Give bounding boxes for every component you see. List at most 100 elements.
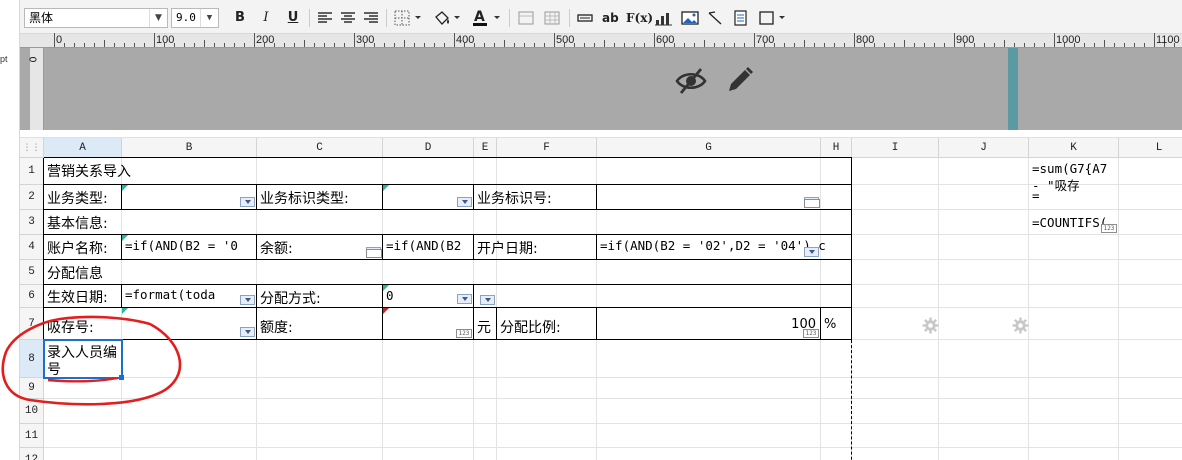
column-header-l[interactable]: L [1119,138,1182,158]
ruler-major-tick [954,33,955,47]
table-grid-icon[interactable] [544,7,560,29]
column-header-c[interactable]: C [257,138,383,158]
chart-icon[interactable] [655,7,673,29]
edit-pencil-icon[interactable] [724,64,756,96]
align-center-icon[interactable] [340,7,356,29]
row-header-6[interactable]: 6 [20,285,44,308]
slash-line-icon[interactable] [707,7,723,29]
gear-icon[interactable] [1012,317,1029,334]
merge-cells-icon[interactable] [518,7,534,29]
italic-button[interactable]: I [258,7,274,29]
border-style-icon[interactable] [758,7,788,29]
column-header-h[interactable]: H [821,138,852,158]
cell-c7[interactable]: 额度: [260,317,380,337]
formula-button[interactable]: F(x) [626,7,653,29]
dropdown-button[interactable] [457,294,472,304]
bold-button[interactable]: B [232,7,248,29]
cell-c4[interactable]: 余额: [260,238,380,258]
row-header-2[interactable]: 2 [20,185,44,210]
cell-b4[interactable]: =if(AND(B2 = '0 [125,238,255,253]
dropdown-button[interactable] [240,295,255,305]
cell-a5[interactable]: 分配信息 [47,263,167,283]
row-header-4[interactable]: 4 [20,235,44,260]
ruler-minor-tick [94,43,95,47]
border-grid-icon[interactable] [394,7,424,29]
chevron-down-icon[interactable]: ▼ [149,9,167,27]
fill-color-icon[interactable] [433,7,463,29]
row-header-1[interactable]: 1 [20,158,44,185]
cell-g7[interactable]: 100 [600,317,816,332]
gear-icon[interactable] [922,317,939,334]
empty-box-icon [366,249,382,258]
cell-flag-icon [122,185,128,191]
ruler-minor-tick [1064,43,1065,47]
ruler-major-tick [154,33,155,47]
column-header-d[interactable]: D [383,138,474,158]
cell-k1-line1[interactable]: =sum(G7{A7 [1032,161,1118,176]
cell-e4[interactable]: 开户日期: [477,238,597,258]
row-header-12[interactable]: 12 [20,448,44,460]
ruler-minor-tick [184,43,185,47]
ruler-minor-tick [624,43,625,47]
underline-button[interactable]: U [285,7,301,29]
cell-c6[interactable]: 分配方式: [260,288,380,308]
page-boundary-marker[interactable] [1008,48,1018,130]
cell-a2[interactable]: 业务类型: [47,188,127,208]
ruler-minor-tick [304,40,305,47]
dropdown-button[interactable] [480,295,495,305]
cell-title[interactable]: 营销关系导入 [47,161,347,181]
font-size-select[interactable]: 9.0 ▼ [171,8,219,28]
ruler-major-tick [54,33,55,47]
selected-cell[interactable] [43,339,123,379]
eye-off-icon[interactable] [674,64,708,98]
column-header-j[interactable]: J [939,138,1029,158]
dropdown-button[interactable] [457,197,472,207]
row-header-11[interactable]: 11 [20,424,44,448]
column-header-g[interactable]: G [597,138,821,158]
column-header-b[interactable]: B [122,138,257,158]
ruler-minor-tick [684,43,685,47]
ruler-minor-tick [664,43,665,47]
cell-e2[interactable]: 业务标识号: [477,188,597,208]
cell-a6[interactable]: 生效日期: [47,287,127,307]
cell-h7[interactable]: % [824,317,849,332]
cell-b6[interactable]: =format(toda [125,287,255,302]
cell-c2[interactable]: 业务标识类型: [260,188,380,208]
vertical-ruler: 0 [28,48,44,130]
row-header-7[interactable]: 7 [20,308,44,340]
column-header-k[interactable]: K [1029,138,1119,158]
select-all-corner[interactable]: ⋮⋮ [20,138,44,158]
ruler-minor-tick [804,40,805,47]
cell-k2[interactable]: = [1032,188,1118,203]
row-header-5[interactable]: 5 [20,260,44,285]
dropdown-button[interactable] [240,327,255,337]
cell-d4[interactable]: =if(AND(B2 [386,238,474,253]
column-header-e[interactable]: E [474,138,497,158]
document-icon[interactable] [732,7,748,29]
cell-a4[interactable]: 账户名称: [47,238,127,258]
insert-text-icon[interactable] [577,7,593,29]
cell-a3[interactable]: 基本信息: [47,213,167,233]
font-family-select[interactable]: 黑体 ▼ [24,8,168,28]
column-header-a[interactable]: A [44,138,122,158]
row-header-9[interactable]: 9 [20,378,44,399]
ab-button[interactable]: ab [602,7,619,29]
row-header-10[interactable]: 10 [20,399,44,424]
row-header-8[interactable]: 8 [20,340,44,378]
image-icon[interactable] [681,7,699,29]
ruler-minor-tick [64,43,65,47]
dropdown-button[interactable] [804,247,819,257]
ruler-minor-tick [894,43,895,47]
align-left-icon[interactable] [317,7,333,29]
cell-e7[interactable]: 元 [477,317,494,337]
column-header-f[interactable]: F [497,138,597,158]
column-header-i[interactable]: I [852,138,939,158]
dropdown-button[interactable] [240,197,255,207]
font-color-icon[interactable]: A [472,7,504,29]
chevron-down-icon[interactable]: ▼ [200,9,218,27]
align-right-icon[interactable] [363,7,379,29]
cell-a7[interactable]: 吸存号: [47,317,119,337]
fill-handle[interactable] [119,375,124,380]
row-header-3[interactable]: 3 [20,210,44,235]
spreadsheet-grid[interactable]: ⋮⋮ A B C D E F G H I J K L 1 2 3 4 5 6 7 8 9 10 11 12 营销关系导入 业务类型:… [20,138,1182,460]
